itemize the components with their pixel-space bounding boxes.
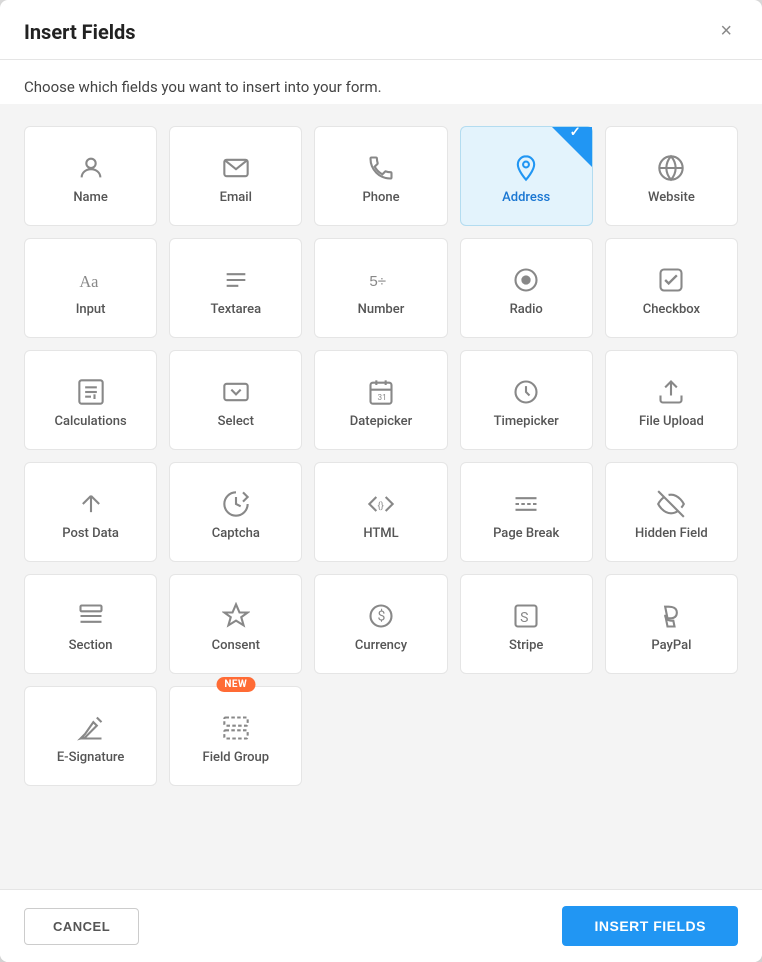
input-label: Input — [76, 302, 106, 317]
select-icon — [222, 378, 250, 406]
field-card-input[interactable]: Aa Input — [24, 238, 157, 338]
field-card-captcha[interactable]: Captcha — [169, 462, 302, 562]
svg-text:31: 31 — [377, 392, 386, 402]
field-card-html[interactable]: {} HTML — [314, 462, 447, 562]
field-card-phone[interactable]: Phone — [314, 126, 447, 226]
close-button[interactable]: × — [714, 18, 738, 45]
phone-icon — [367, 154, 395, 182]
calculations-icon — [77, 378, 105, 406]
field-card-page-break[interactable]: Page Break — [460, 462, 593, 562]
e-signature-icon — [77, 714, 105, 742]
field-card-paypal[interactable]: PayPal — [605, 574, 738, 674]
field-card-radio[interactable]: Radio — [460, 238, 593, 338]
html-label: HTML — [363, 526, 398, 541]
new-badge: NEW — [216, 677, 255, 692]
field-card-datepicker[interactable]: 31 Datepicker — [314, 350, 447, 450]
number-label: Number — [358, 302, 405, 317]
datepicker-label: Datepicker — [350, 414, 412, 429]
field-card-calculations[interactable]: Calculations — [24, 350, 157, 450]
email-label: Email — [220, 190, 252, 205]
field-card-textarea[interactable]: Textarea — [169, 238, 302, 338]
field-card-consent[interactable]: Consent — [169, 574, 302, 674]
stripe-label: Stripe — [509, 638, 543, 653]
svg-text:Aa: Aa — [79, 272, 99, 291]
website-label: Website — [648, 190, 695, 205]
timepicker-label: Timepicker — [494, 414, 559, 429]
field-card-timepicker[interactable]: Timepicker — [460, 350, 593, 450]
hidden-field-label: Hidden Field — [635, 526, 708, 541]
field-card-currency[interactable]: $ Currency — [314, 574, 447, 674]
name-icon — [77, 154, 105, 182]
number-icon: 5÷ — [367, 266, 395, 294]
currency-icon: $ — [367, 602, 395, 630]
input-icon: Aa — [77, 266, 105, 294]
timepicker-icon — [512, 378, 540, 406]
select-label: Select — [218, 414, 254, 429]
field-card-hidden-field[interactable]: Hidden Field — [605, 462, 738, 562]
svg-text:{}: {} — [377, 500, 383, 511]
field-card-post-data[interactable]: Post Data — [24, 462, 157, 562]
field-card-email[interactable]: Email — [169, 126, 302, 226]
svg-text:$: $ — [377, 607, 385, 624]
field-card-e-signature[interactable]: E-Signature — [24, 686, 157, 786]
post-data-label: Post Data — [62, 526, 119, 541]
section-icon — [77, 602, 105, 630]
html-icon: {} — [367, 490, 395, 518]
page-break-label: Page Break — [493, 526, 559, 541]
field-card-field-group[interactable]: NEWField Group — [169, 686, 302, 786]
checkbox-label: Checkbox — [643, 302, 700, 317]
field-card-number[interactable]: 5÷ Number — [314, 238, 447, 338]
stripe-icon: S — [512, 602, 540, 630]
field-card-name[interactable]: Name — [24, 126, 157, 226]
svg-text:S: S — [520, 609, 528, 625]
modal-title: Insert Fields — [24, 20, 136, 44]
phone-label: Phone — [362, 190, 399, 205]
paypal-icon — [657, 602, 685, 630]
modal-body: Name Email Phone Address Website Aa Input Texta… — [0, 104, 762, 889]
e-signature-label: E-Signature — [57, 750, 125, 765]
field-card-address[interactable]: Address — [460, 126, 593, 226]
selected-badge — [552, 127, 592, 167]
section-label: Section — [69, 638, 113, 653]
field-card-website[interactable]: Website — [605, 126, 738, 226]
file-upload-label: File Upload — [639, 414, 704, 429]
modal-footer: CANCEL INSERT FIELDS — [0, 889, 762, 962]
textarea-label: Textarea — [210, 302, 261, 317]
modal-header: Insert Fields × — [0, 0, 762, 60]
website-icon — [657, 154, 685, 182]
field-group-icon — [222, 714, 250, 742]
paypal-label: PayPal — [651, 638, 691, 653]
captcha-icon — [222, 490, 250, 518]
field-card-select[interactable]: Select — [169, 350, 302, 450]
file-upload-icon — [657, 378, 685, 406]
post-data-icon — [77, 490, 105, 518]
radio-icon — [512, 266, 540, 294]
hidden-field-icon — [657, 490, 685, 518]
address-icon — [512, 154, 540, 182]
currency-label: Currency — [355, 638, 407, 653]
svg-text:5÷: 5÷ — [369, 272, 386, 289]
consent-label: Consent — [212, 638, 260, 653]
radio-label: Radio — [510, 302, 543, 317]
field-card-stripe[interactable]: S Stripe — [460, 574, 593, 674]
name-label: Name — [73, 190, 108, 205]
address-label: Address — [502, 190, 550, 205]
email-icon — [222, 154, 250, 182]
field-group-label: Field Group — [203, 750, 270, 765]
fields-grid: Name Email Phone Address Website Aa Input Texta… — [24, 114, 738, 798]
field-card-checkbox[interactable]: Checkbox — [605, 238, 738, 338]
textarea-icon — [222, 266, 250, 294]
datepicker-icon: 31 — [367, 378, 395, 406]
consent-icon — [222, 602, 250, 630]
insert-fields-modal: Insert Fields × Choose which fields you … — [0, 0, 762, 962]
modal-subtitle: Choose which fields you want to insert i… — [0, 60, 762, 104]
field-card-section[interactable]: Section — [24, 574, 157, 674]
calculations-label: Calculations — [55, 414, 127, 429]
captcha-label: Captcha — [212, 526, 260, 541]
page-break-icon — [512, 490, 540, 518]
cancel-button[interactable]: CANCEL — [24, 908, 139, 945]
checkbox-icon — [657, 266, 685, 294]
insert-fields-button[interactable]: INSERT FIELDS — [562, 906, 738, 946]
field-card-file-upload[interactable]: File Upload — [605, 350, 738, 450]
